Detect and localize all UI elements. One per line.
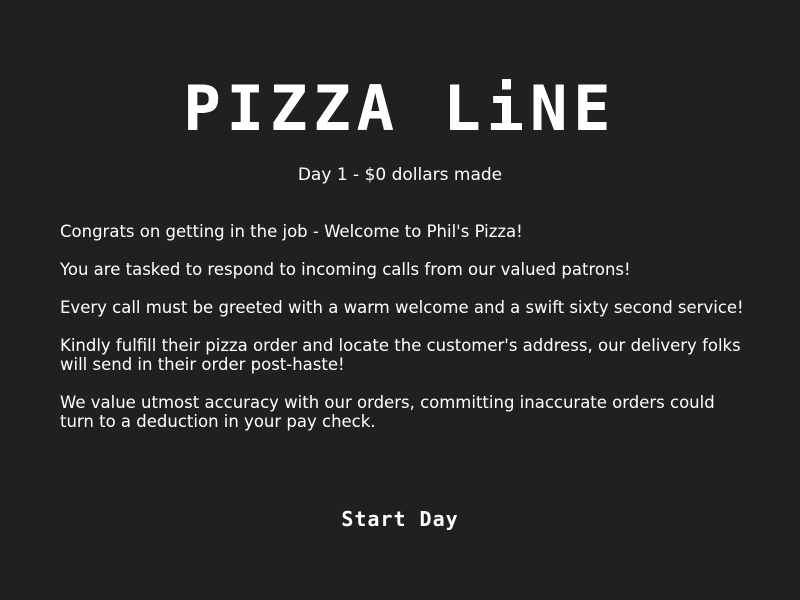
intro-text: Congrats on getting in the job - Welcome… — [60, 222, 745, 450]
game-title: PIZZA LiNE — [183, 72, 617, 145]
intro-paragraph: Congrats on getting in the job - Welcome… — [60, 222, 523, 241]
start-day-button[interactable]: Start Day — [300, 504, 500, 534]
intro-paragraph: We value utmost accuracy with our orders… — [60, 393, 715, 431]
intro-paragraph: You are tasked to respond to incoming ca… — [60, 260, 631, 279]
intro-paragraph: Every call must be greeted with a warm w… — [60, 298, 744, 317]
intro-paragraph: Kindly fulfill their pizza order and loc… — [60, 336, 741, 374]
day-earnings-status: Day 1 - $0 dollars made — [297, 165, 503, 185]
